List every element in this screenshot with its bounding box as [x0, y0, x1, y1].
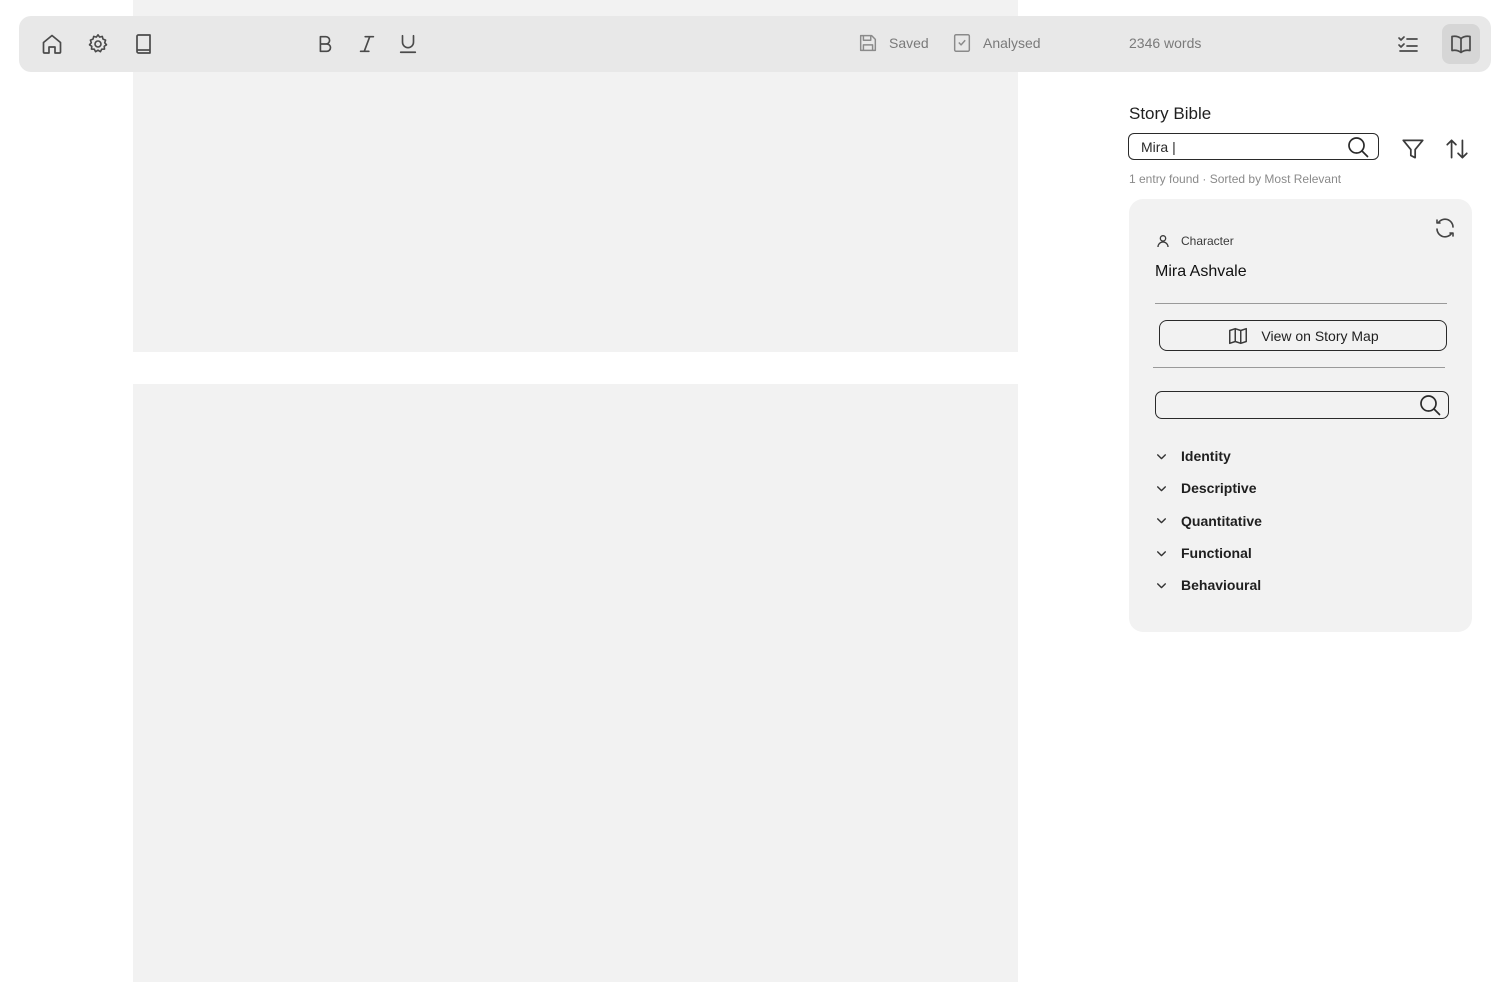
saved-label: Saved: [889, 35, 929, 51]
settings-icon[interactable]: [79, 24, 117, 64]
word-count: 2346 words: [1129, 35, 1202, 51]
sort-icon[interactable]: [1443, 135, 1471, 163]
entry-search-input[interactable]: [1156, 391, 1418, 419]
section-label: Identity: [1181, 448, 1231, 465]
chevron-down-icon: [1157, 550, 1166, 556]
section-behavioural[interactable]: Behavioural: [1155, 569, 1262, 601]
refresh-icon[interactable]: [1432, 215, 1458, 241]
analysed-check-icon: [953, 34, 971, 52]
entry-type-label: Character: [1181, 234, 1234, 248]
person-icon: [1157, 235, 1169, 248]
open-book-icon[interactable]: [1442, 24, 1480, 64]
underline-icon[interactable]: [389, 24, 427, 64]
home-icon[interactable]: [33, 24, 71, 64]
entry-search[interactable]: [1155, 391, 1449, 419]
section-label: Quantitative: [1181, 512, 1262, 529]
search-input[interactable]: [1129, 134, 1346, 159]
chevron-down-icon: [1157, 453, 1166, 460]
section-descriptive[interactable]: Descriptive: [1155, 472, 1262, 504]
entry-card: Character Mira Ashvale View on Story Map…: [1129, 199, 1472, 632]
saved-status: Saved: [857, 32, 929, 54]
chevron-down-icon: [1157, 518, 1166, 524]
map-icon: [1229, 327, 1248, 344]
analysed-label: Analysed: [983, 35, 1041, 51]
bold-icon[interactable]: [306, 24, 344, 64]
story-bible-search[interactable]: [1128, 133, 1379, 160]
divider: [1155, 303, 1447, 304]
save-icon: [859, 34, 877, 52]
section-label: Behavioural: [1181, 577, 1262, 594]
search-icon[interactable]: [1346, 135, 1370, 159]
search-icon[interactable]: [1418, 393, 1442, 417]
character-name: Mira Ashvale: [1155, 263, 1247, 280]
attribute-sections: Identity Descriptive Quantitative Functi…: [1155, 440, 1262, 601]
italic-icon[interactable]: [348, 24, 386, 64]
section-label: Descriptive: [1181, 480, 1257, 497]
sidebar-title: Story Bible: [1129, 104, 1212, 123]
entry-type: Character: [1155, 233, 1234, 249]
chevron-down-icon: [1157, 582, 1166, 589]
section-label: Functional: [1181, 545, 1252, 562]
filter-icon[interactable]: [1399, 135, 1427, 163]
section-quantitative[interactable]: Quantitative: [1155, 505, 1262, 537]
map-button-label: View on Story Map: [1261, 327, 1379, 344]
view-on-story-map-button[interactable]: View on Story Map: [1159, 320, 1447, 351]
results-meta: 1 entry found · Sorted by Most Relevant: [1129, 172, 1342, 186]
top-toolbar: Saved Analysed 2346 words: [19, 16, 1491, 72]
chevron-down-icon: [1157, 486, 1166, 492]
document-page[interactable]: [133, 384, 1018, 982]
section-functional[interactable]: Functional: [1155, 537, 1262, 569]
divider: [1153, 367, 1445, 368]
checklist-icon[interactable]: [1389, 24, 1427, 64]
section-identity[interactable]: Identity: [1155, 440, 1262, 472]
book-icon[interactable]: [125, 24, 163, 64]
analysed-status: Analysed: [951, 32, 1041, 54]
